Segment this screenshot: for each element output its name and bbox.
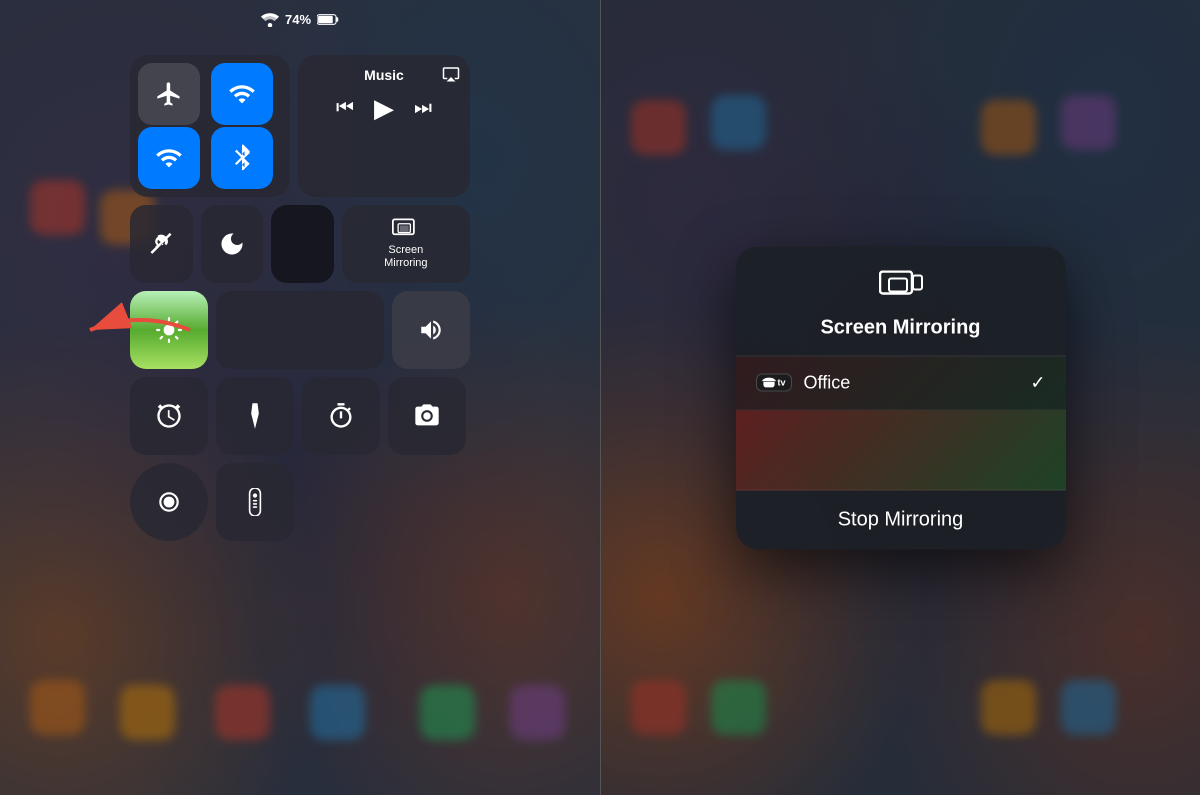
second-row: ScreenMirroring <box>130 205 470 283</box>
orientation-lock-button[interactable] <box>130 205 193 283</box>
bluetooth-button[interactable] <box>211 127 273 189</box>
prev-button[interactable]: ⏮ <box>336 97 354 120</box>
music-controls: ⏮ ▶ ⏭ <box>310 93 458 124</box>
red-arrow <box>80 300 200 360</box>
brightness-bar <box>216 291 384 369</box>
play-button[interactable]: ▶ <box>374 93 394 124</box>
remote-button[interactable] <box>216 463 294 541</box>
mirroring-title: Screen Mirroring <box>820 316 980 339</box>
screen-mirroring-button[interactable]: ScreenMirroring <box>342 205 470 283</box>
last-row <box>130 463 470 541</box>
top-row: Music ⏮ ▶ ⏭ <box>130 55 470 197</box>
wifi-status-icon <box>261 13 279 27</box>
screen-record-button[interactable] <box>130 463 208 541</box>
music-title: Music <box>310 67 458 83</box>
bottom-row <box>130 377 470 455</box>
connectivity-grid <box>130 55 290 197</box>
next-button[interactable]: ⏭ <box>414 97 432 120</box>
left-panel: 74% <box>0 0 600 795</box>
screen-mirroring-label: ScreenMirroring <box>384 244 427 270</box>
checkmark-icon: ✓ <box>1030 372 1045 393</box>
screen-mirroring-panel: Screen Mirroring tv Office ✓ Stop Mirror… <box>736 246 1066 549</box>
volume-slider[interactable] <box>392 291 470 369</box>
battery-icon <box>317 13 339 26</box>
device-row[interactable]: tv Office ✓ <box>736 356 1066 410</box>
empty-control-button[interactable] <box>271 205 334 283</box>
control-center: Music ⏮ ▶ ⏭ <box>130 55 470 541</box>
flashlight-button[interactable] <box>216 377 294 455</box>
music-widget: Music ⏮ ▶ ⏭ <box>298 55 470 197</box>
battery-percentage: 74% <box>285 12 311 27</box>
apple-tv-badge: tv <box>756 374 792 392</box>
camera-button[interactable] <box>388 377 466 455</box>
status-bar: 74% <box>261 12 339 27</box>
airplay-icon[interactable] <box>442 65 460 83</box>
mirroring-header: Screen Mirroring <box>736 246 1066 356</box>
mirroring-panel-icon <box>879 270 923 306</box>
airplane-mode-button[interactable] <box>138 63 200 125</box>
device-preview <box>736 410 1066 490</box>
timer-button[interactable] <box>302 377 380 455</box>
alarm-button[interactable] <box>130 377 208 455</box>
wifi-button[interactable] <box>138 127 200 189</box>
apple-tv-label: tv <box>778 378 786 388</box>
stop-mirroring-label[interactable]: Stop Mirroring <box>736 490 1066 549</box>
right-panel: Screen Mirroring tv Office ✓ Stop Mirror… <box>600 0 1200 795</box>
device-name: Office <box>804 372 1031 393</box>
cellular-button[interactable] <box>211 63 273 125</box>
stop-mirroring-button[interactable]: Stop Mirroring <box>736 490 1066 549</box>
do-not-disturb-button[interactable] <box>201 205 264 283</box>
